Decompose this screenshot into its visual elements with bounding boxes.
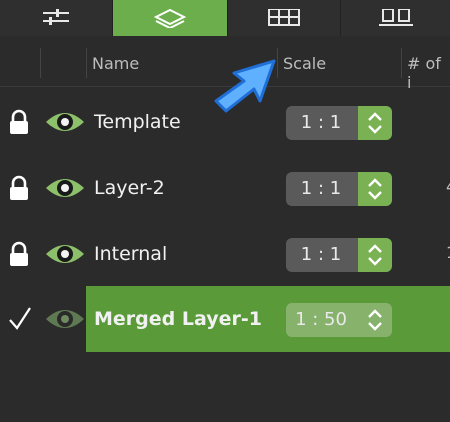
layer-count: 1 bbox=[446, 243, 450, 262]
toolbar bbox=[0, 0, 450, 36]
scale-stepper[interactable]: 1 : 1 bbox=[286, 238, 392, 272]
eye-icon[interactable] bbox=[44, 238, 86, 270]
eye-icon[interactable] bbox=[44, 172, 86, 204]
grid-icon bbox=[268, 9, 300, 26]
stepper-arrows[interactable] bbox=[358, 106, 392, 140]
grid-tab-button[interactable] bbox=[228, 0, 340, 36]
split-panels-icon bbox=[378, 9, 413, 26]
scale-stepper[interactable]: 1 : 1 bbox=[286, 172, 392, 206]
scale-stepper[interactable]: 1 : 50 bbox=[286, 303, 392, 337]
lock-icon[interactable] bbox=[8, 109, 30, 135]
scale-value: 1 : 1 bbox=[300, 244, 342, 265]
lock-icon[interactable] bbox=[8, 241, 30, 267]
column-separator[interactable] bbox=[401, 48, 402, 78]
layers-icon bbox=[153, 8, 187, 28]
eye-icon[interactable] bbox=[44, 303, 86, 335]
stepper-arrows[interactable] bbox=[358, 303, 392, 337]
chevron-up-down-icon bbox=[368, 112, 382, 134]
column-separator bbox=[86, 48, 87, 78]
split-panels-tab-button[interactable] bbox=[341, 0, 450, 36]
column-header-count[interactable]: # of i bbox=[407, 54, 450, 92]
checkmark-icon[interactable] bbox=[8, 304, 32, 332]
chevron-up-down-icon bbox=[368, 178, 382, 200]
layer-name: Template bbox=[94, 111, 181, 133]
chevron-up-down-icon bbox=[368, 309, 382, 331]
sliders-icon bbox=[43, 9, 69, 25]
layer-row[interactable]: Layer-2 1 : 1 4 bbox=[0, 155, 450, 221]
column-separator bbox=[40, 48, 41, 78]
eye-icon[interactable] bbox=[44, 106, 86, 138]
scale-stepper[interactable]: 1 : 1 bbox=[286, 106, 392, 140]
lock-icon[interactable] bbox=[8, 175, 30, 201]
stepper-arrows[interactable] bbox=[358, 238, 392, 272]
column-header-name[interactable]: Name bbox=[92, 54, 139, 73]
pointer-arrow-icon bbox=[214, 59, 276, 113]
scale-value: 1 : 1 bbox=[300, 178, 342, 199]
layer-name: Layer-2 bbox=[94, 177, 165, 199]
layer-count: 4 bbox=[446, 177, 450, 196]
stepper-arrows[interactable] bbox=[358, 172, 392, 206]
layer-name: Internal bbox=[94, 243, 168, 265]
layer-name: Merged Layer-1 bbox=[94, 308, 262, 330]
scale-value: 1 : 50 bbox=[295, 309, 347, 330]
layer-row-selected[interactable]: Merged Layer-1 1 : 50 bbox=[0, 286, 450, 352]
sliders-tab-button[interactable] bbox=[0, 0, 112, 36]
layer-row[interactable]: Internal 1 : 1 1 bbox=[0, 221, 450, 287]
layers-tab-button[interactable] bbox=[113, 0, 227, 36]
scale-value: 1 : 1 bbox=[300, 112, 342, 133]
column-header-scale[interactable]: Scale bbox=[283, 54, 326, 73]
chevron-up-down-icon bbox=[368, 244, 382, 266]
